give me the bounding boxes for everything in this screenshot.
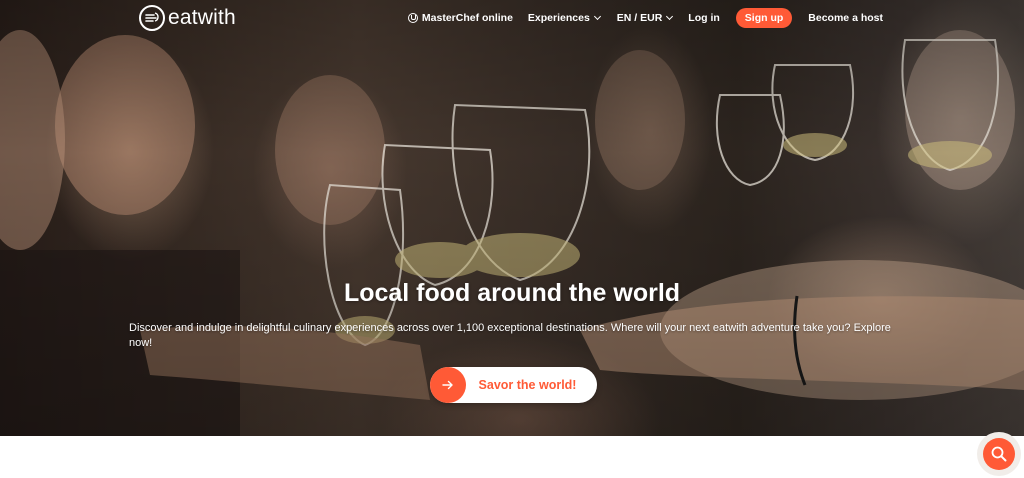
hero-title: Local food around the world (343, 279, 681, 307)
search-floating-button[interactable] (977, 432, 1021, 476)
chevron-down-icon (593, 12, 601, 21)
nav-masterchef-online[interactable]: MasterChef online (407, 12, 513, 24)
nav-experiences-label: Experiences (527, 12, 590, 24)
hero-banner: eatwith MasterChef online Experiences EN… (0, 0, 1024, 436)
brand-name: eatwith (168, 6, 236, 29)
nav-experiences-dropdown[interactable]: Experiences (527, 12, 601, 24)
nav-login-label: Log in (688, 12, 720, 24)
search-icon (983, 438, 1015, 470)
nav-login-link[interactable]: Log in (688, 12, 720, 24)
cta-label: Savor the world! (478, 378, 577, 392)
arrow-right-icon (430, 367, 466, 403)
nav-become-host-link[interactable]: Become a host (808, 12, 883, 24)
top-nav: MasterChef online Experiences EN / EUR L… (407, 7, 883, 29)
eatwith-logo-icon (139, 5, 165, 31)
hero-description: Discover and indulge in delightful culin… (129, 322, 891, 349)
eatwith-logo[interactable]: eatwith (139, 5, 236, 31)
chef-hat-icon (407, 13, 418, 23)
nav-language-currency-dropdown[interactable]: EN / EUR (616, 12, 674, 24)
nav-language-label: EN / EUR (616, 12, 663, 24)
savor-the-world-button[interactable]: Savor the world! (430, 367, 597, 403)
nav-masterchef-label: MasterChef online (421, 12, 513, 24)
nav-become-host-label: Become a host (808, 12, 883, 24)
signup-button[interactable]: Sign up (735, 8, 793, 28)
chevron-down-icon (666, 12, 674, 21)
